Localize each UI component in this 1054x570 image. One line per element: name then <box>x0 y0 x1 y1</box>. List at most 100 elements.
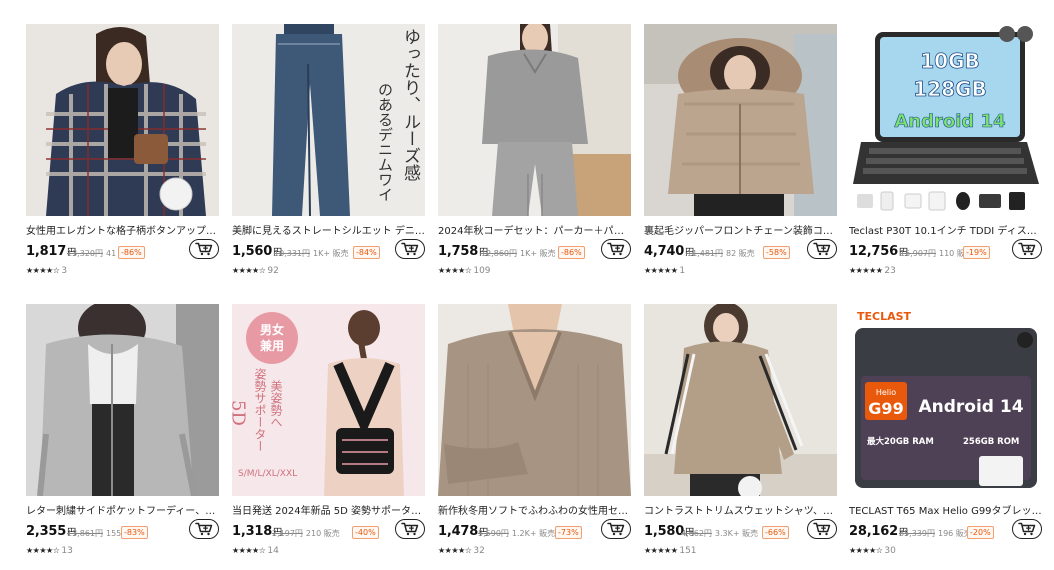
svg-text:256GB ROM: 256GB ROM <box>963 437 1019 447</box>
cart-icon <box>813 242 831 256</box>
product-card[interactable]: 2024年秋コーデセット：パーカー＋パンツ, 無... 1,758円 12,86… <box>438 24 631 277</box>
product-card[interactable]: 新作秋冬用ソフトでふわふわの女性用セータ... 1,478円 5,590円 1.2… <box>438 304 631 557</box>
cart-icon <box>195 242 213 256</box>
price-meta: 5,590円 1.2K+ 販売 <box>478 528 555 539</box>
product-title[interactable]: レター刺繍サイドポケットフーディー、ヴィンテ... <box>26 505 219 519</box>
price-row: 1,758円 12,860円 1K+ 販売 -86% <box>438 239 631 264</box>
product-title[interactable]: 当日発送 2024年新品 5D 姿勢サポーター ... <box>232 505 425 519</box>
discount-badge: -40% <box>352 526 379 539</box>
product-card[interactable]: 裏起毛ジッパーフロントチェーン装飾コート、エ... 4,740円 11,481円… <box>644 24 837 277</box>
price-row: 28,162円 35,339円 196 販売 -20% <box>849 519 1042 544</box>
svg-text:ゆったり、ルーズ感: ゆったり、ルーズ感 <box>400 28 421 181</box>
posture-corrector-image[interactable]: 男女 兼用 美姿勢へ 姿勢サポーター 5D S/M/L/XL/XXL <box>232 304 425 496</box>
product-card[interactable]: コントラストトリムスウェットシャツ、クルーネック... 1,580円 4,662… <box>644 304 837 557</box>
discount-badge: -83% <box>121 526 148 539</box>
rating-stars: ★★★★☆ <box>438 546 472 555</box>
product-title[interactable]: 美脚に見えるストレートシルエット デニムパンツ ... <box>232 225 425 239</box>
rating-row: ★★★★☆ 3 <box>26 265 219 277</box>
product-title[interactable]: 裏起毛ジッパーフロントチェーン装飾コート、エ... <box>644 225 837 239</box>
plaid-shirt-woman-image[interactable] <box>26 24 219 216</box>
teclast-tablet-image[interactable]: TECLAST Helio G99 Android 14 最大20GB RAM … <box>849 304 1042 496</box>
sold-count: 210 販売 <box>305 529 340 538</box>
product-card[interactable]: 10GB 128GB Android 14 Teclast P30T 10.1イ… <box>849 24 1042 277</box>
original-price: 5,590円 <box>478 529 509 538</box>
review-count: 109 <box>473 266 491 276</box>
beige-sweater-image[interactable] <box>438 304 631 496</box>
price-meta: 10,331円 1K+ 販売 <box>274 248 349 259</box>
sold-count: 1K+ 販売 <box>520 249 556 258</box>
product-card[interactable]: TECLAST Helio G99 Android 14 最大20GB RAM … <box>849 304 1042 557</box>
product-title[interactable]: Teclast P30T 10.1インチ TDDI ディスプレイ... <box>849 225 1042 239</box>
product-card[interactable]: ゆったり、ルーズ感 のあるデニムワイ 美脚に見えるストレートシルエット デニムパ… <box>232 24 425 277</box>
cart-icon <box>607 522 625 536</box>
review-count: 1 <box>679 266 686 276</box>
sold-count: 1.2K+ 販売 <box>511 529 556 538</box>
grey-hoodie-image[interactable] <box>26 304 219 496</box>
add-to-cart-button[interactable] <box>395 519 425 539</box>
svg-text:10GB: 10GB <box>920 49 980 73</box>
price-meta: 15,907円 110 販売 <box>900 248 973 259</box>
review-count: 23 <box>884 266 896 276</box>
price-meta: 4,662円 3.3K+ 販売 <box>681 528 758 539</box>
product-title[interactable]: 新作秋冬用ソフトでふわふわの女性用セータ... <box>438 505 631 519</box>
add-to-cart-button[interactable] <box>601 519 631 539</box>
review-count: 30 <box>884 546 896 556</box>
fur-hood-coat-image[interactable] <box>644 24 837 216</box>
rating-row: ★★★★★ 151 <box>644 545 837 557</box>
original-price: 12,860円 <box>481 249 517 258</box>
price-row: 1,560円 10,331円 1K+ 販売 -84% <box>232 239 425 264</box>
cart-icon <box>607 242 625 256</box>
cart-icon <box>195 522 213 536</box>
tablet-keyboard-image[interactable]: 10GB 128GB Android 14 <box>849 24 1042 216</box>
review-count: 13 <box>61 546 73 556</box>
svg-text:5D: 5D <box>232 400 249 426</box>
product-price: 12,756円 <box>849 244 908 259</box>
svg-text:兼用: 兼用 <box>259 338 284 353</box>
review-count: 3 <box>61 266 68 276</box>
svg-text:姿勢サポーター: 姿勢サポーター <box>253 368 267 452</box>
price-row: 1,478円 5,590円 1.2K+ 販売 -73% <box>438 519 631 544</box>
price-row: 1,318円 2,197円 210 販売 -40% <box>232 519 425 544</box>
add-to-cart-button[interactable] <box>807 239 837 259</box>
svg-text:男女: 男女 <box>260 322 284 337</box>
price-meta: 12,860円 1K+ 販売 <box>481 248 556 259</box>
sold-count: 82 販売 <box>726 249 755 258</box>
product-grid: 女性用エレガントな格子柄ボタンアップシャツ ... 1,817円 13,320円… <box>26 24 1054 570</box>
rating-row: ★★★★☆ 109 <box>438 265 631 277</box>
denim-pants-image[interactable]: ゆったり、ルーズ感 のあるデニムワイ <box>232 24 425 216</box>
discount-badge: -84% <box>353 246 380 259</box>
rating-row: ★★★★★ 1 <box>644 265 837 277</box>
cart-icon <box>401 522 419 536</box>
rating-row: ★★★★☆ 14 <box>232 545 425 557</box>
original-price: 11,481円 <box>687 249 723 258</box>
product-card[interactable]: 男女 兼用 美姿勢へ 姿勢サポーター 5D S/M/L/XL/XXL 当日発送 … <box>232 304 425 557</box>
review-count: 14 <box>267 546 279 556</box>
add-to-cart-button[interactable] <box>807 519 837 539</box>
add-to-cart-button[interactable] <box>601 239 631 259</box>
discount-badge: -20% <box>967 526 994 539</box>
rating-stars: ★★★★☆ <box>438 266 472 275</box>
product-card[interactable]: レター刺繍サイドポケットフーディー、ヴィンテ... 2,355円 13,861円… <box>26 304 219 557</box>
grey-knit-set-image[interactable] <box>438 24 631 216</box>
striped-sweatshirt-image[interactable] <box>644 304 837 496</box>
rating-stars: ★★★★☆ <box>849 546 883 555</box>
svg-text:TECLAST: TECLAST <box>857 310 912 323</box>
add-to-cart-button[interactable] <box>189 519 219 539</box>
product-card[interactable]: 女性用エレガントな格子柄ボタンアップシャツ ... 1,817円 13,320円… <box>26 24 219 277</box>
rating-stars: ★★★★☆ <box>232 546 266 555</box>
svg-text:S/M/L/XL/XXL: S/M/L/XL/XXL <box>238 469 297 479</box>
rating-row: ★★★★★ 23 <box>849 265 1042 277</box>
product-title[interactable]: 女性用エレガントな格子柄ボタンアップシャツ ... <box>26 225 219 239</box>
original-price: 4,662円 <box>681 529 712 538</box>
product-title[interactable]: TECLAST T65 Max Helio G99タブレット An... <box>849 505 1042 519</box>
svg-text:のあるデニムワイ: のあるデニムワイ <box>376 82 394 202</box>
add-to-cart-button[interactable] <box>395 239 425 259</box>
add-to-cart-button[interactable] <box>1012 519 1042 539</box>
add-to-cart-button[interactable] <box>189 239 219 259</box>
price-meta: 35,339円 196 販売 <box>899 528 972 539</box>
product-title[interactable]: 2024年秋コーデセット：パーカー＋パンツ, 無... <box>438 225 631 239</box>
discount-badge: -86% <box>558 246 585 259</box>
add-to-cart-button[interactable] <box>1012 239 1042 259</box>
product-title[interactable]: コントラストトリムスウェットシャツ、クルーネック... <box>644 505 837 519</box>
price-row: 12,756円 15,907円 110 販売 -19% <box>849 239 1042 264</box>
